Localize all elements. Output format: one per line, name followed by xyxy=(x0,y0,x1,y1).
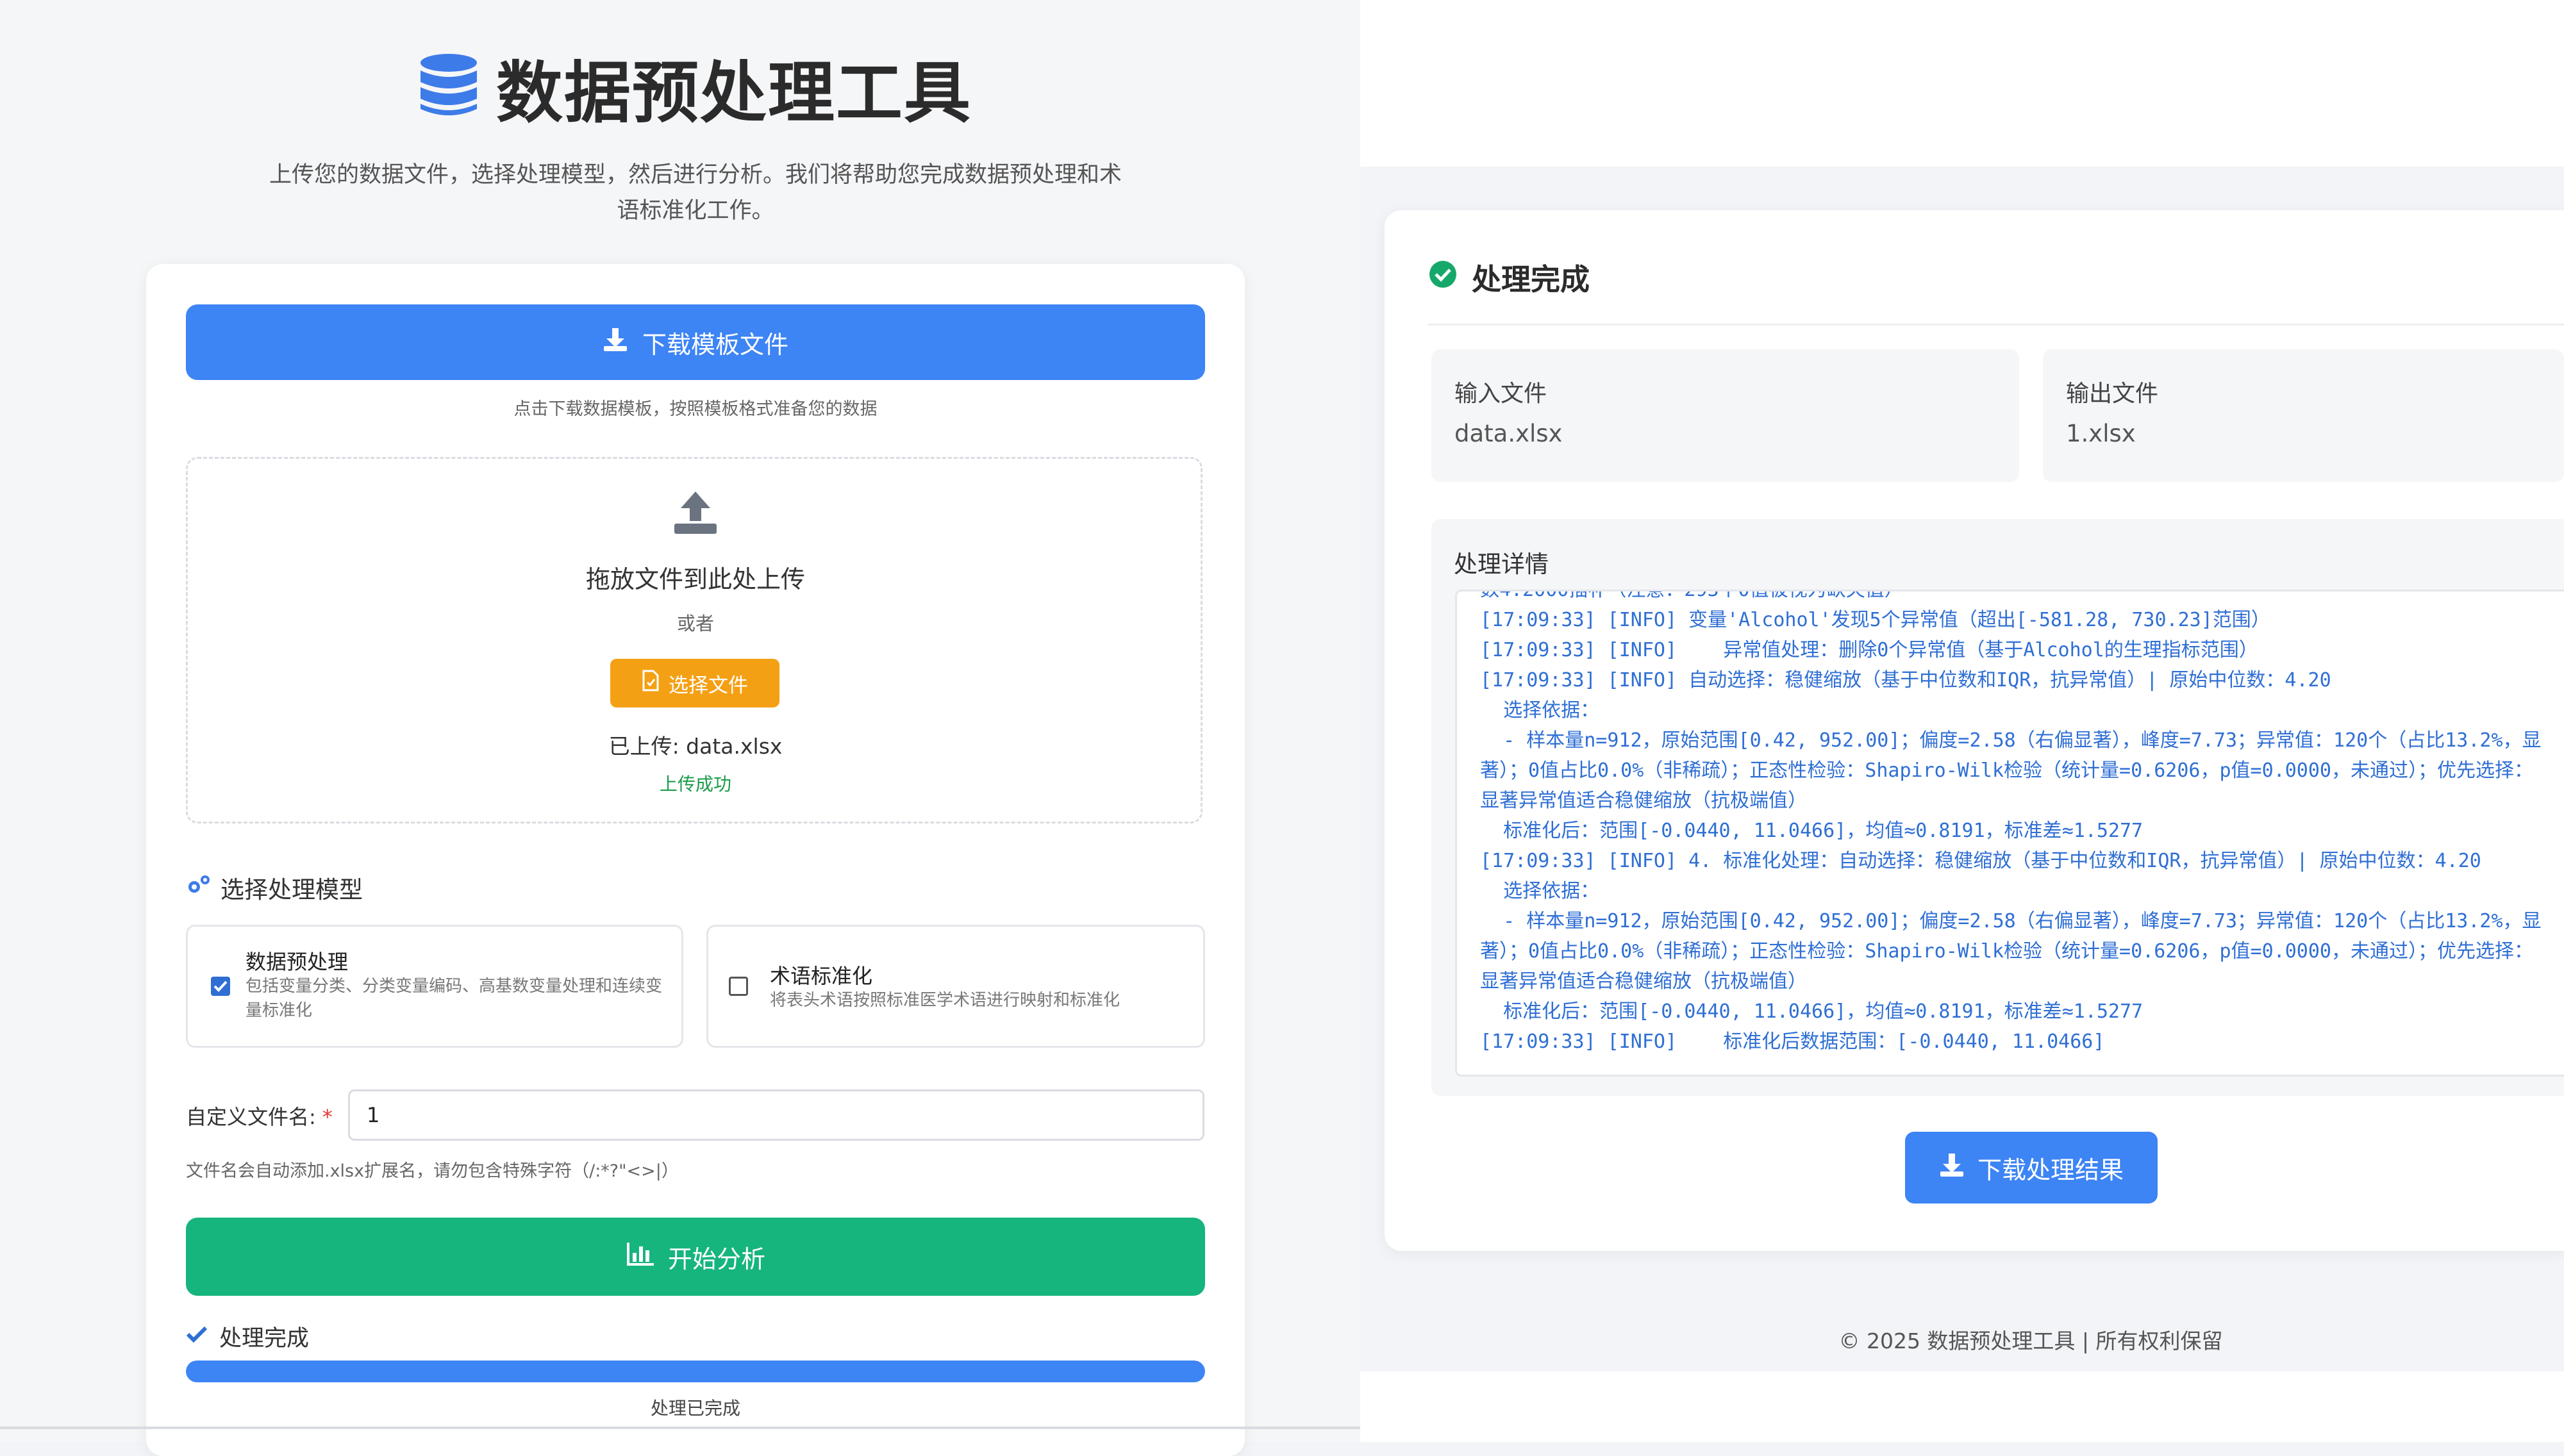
log-line: [17:09:33] [INFO] 标准化后数据范围：[-0.0440, 11.… xyxy=(1480,1030,2105,1053)
uploaded-filename: 已上传: data.xlsx xyxy=(608,734,783,759)
upload-icon xyxy=(673,490,718,538)
bar-chart-icon xyxy=(626,1241,655,1273)
progress-bar xyxy=(186,1361,1205,1382)
log-line: 选择依据： xyxy=(1480,699,1600,722)
model-section-text: 选择处理模型 xyxy=(221,876,363,904)
details-label: 处理详情 xyxy=(1454,550,1549,578)
option-desc: 包括变量分类、分类变量编码、高基数变量处理和连续变量标准化 xyxy=(246,977,663,1020)
bottom-divider xyxy=(0,1427,1360,1429)
log-line: 标准化后：范围[-0.0440, 11.0466]，均值≈0.8191，标准差≈… xyxy=(1480,820,2144,842)
log-line: [17:09:33] [INFO] 自动选择：稳健缩放（基于中位数和IQR，抗异… xyxy=(1480,669,2331,691)
download-template-label: 下载模板文件 xyxy=(642,330,788,359)
input-file-value: data.xlsx xyxy=(1454,420,1563,447)
progress-text: 处理已完成 xyxy=(650,1398,740,1419)
option-title: 术语标准化 xyxy=(770,964,873,988)
check-circle-icon xyxy=(1428,260,1458,296)
start-analysis-label: 开始分析 xyxy=(667,1245,765,1273)
input-file-box: 输入文件 data.xlsx xyxy=(1431,349,2019,482)
input-file-label: 输入文件 xyxy=(1454,381,1547,407)
log-output[interactable]: 数4.2000插补（注意：293个0值被视为缺失值） [17:09:33] [IN… xyxy=(1455,590,2564,1077)
template-hint: 点击下载数据模板，按照模板格式准备您的数据 xyxy=(513,399,878,419)
checkbox-checked[interactable] xyxy=(211,977,230,996)
log-line: [17:09:33] [INFO] 异常值处理：删除0个异常值（基于Alcoho… xyxy=(1480,639,2258,661)
file-icon xyxy=(642,670,660,697)
progress-fill xyxy=(186,1361,1205,1382)
select-file-button[interactable]: 选择文件 xyxy=(610,659,779,707)
log-line: - 样本量n=912，原始范围[0.42, 952.00]；偏度=2.58（右偏… xyxy=(1480,729,2542,812)
select-file-label: 选择文件 xyxy=(669,674,748,697)
page-title: 数据预处理工具 xyxy=(495,54,972,132)
page-subtitle: 上传您的数据文件，选择处理模型，然后进行分析。我们将帮助您完成数据预处理和术语标… xyxy=(269,162,1122,224)
dropzone-title: 拖放文件到此处上传 xyxy=(585,565,805,593)
right-top-area xyxy=(1360,0,2564,167)
upload-status: 上传成功 xyxy=(659,774,731,795)
footer-text: © 2025 数据预处理工具 | 所有权利保留 xyxy=(1838,1328,2223,1353)
download-icon xyxy=(1939,1152,1965,1184)
output-file-box: 输出文件 1.xlsx xyxy=(2043,349,2564,482)
dropzone-or: 或者 xyxy=(676,613,714,634)
download-result-button[interactable]: 下载处理结果 xyxy=(1905,1132,2158,1204)
start-analysis-button[interactable]: 开始分析 xyxy=(186,1218,1205,1296)
filename-input[interactable] xyxy=(348,1089,1204,1141)
page-header: 数据预处理工具 上传您的数据文件，选择处理模型，然后进行分析。我们将帮助您完成数… xyxy=(0,38,1391,229)
result-divider xyxy=(1428,324,2564,326)
right-bottom-area xyxy=(1360,1371,2564,1442)
download-template-button[interactable]: 下载模板文件 xyxy=(186,304,1205,380)
checkbox-unchecked[interactable] xyxy=(729,977,748,996)
download-result-label: 下载处理结果 xyxy=(1977,1155,2124,1184)
analysis-status: 处理完成 xyxy=(186,1320,309,1353)
log-line: 数4.2000插补（注意：293个0值被视为缺失值） xyxy=(1480,590,1904,601)
model-section-label: 选择处理模型 xyxy=(186,870,363,905)
filename-hint: 文件名会自动添加.xlsx扩展名，请勿包含特殊字符（/:*?"<>|） xyxy=(186,1161,679,1181)
output-file-value: 1.xlsx xyxy=(2066,420,2136,447)
log-lines: 数4.2000插补（注意：293个0值被视为缺失值） [17:09:33] [IN… xyxy=(1480,590,2544,1057)
analysis-status-text: 处理完成 xyxy=(219,1326,310,1352)
gears-icon xyxy=(186,874,212,902)
option-term-standardization[interactable]: 术语标准化 将表头术语按照标准医学术语进行映射和标准化 xyxy=(706,925,1205,1048)
log-line: - 样本量n=912，原始范围[0.42, 952.00]；偏度=2.58（右偏… xyxy=(1480,910,2542,993)
option-desc: 将表头术语按照标准医学术语进行映射和标准化 xyxy=(770,991,1120,1010)
filename-label: 自定义文件名: * xyxy=(186,1105,333,1129)
log-line: [17:09:33] [INFO] 变量'Alcohol'发现5个异常值（超出[… xyxy=(1480,609,2270,631)
download-icon xyxy=(603,327,628,358)
result-title: 处理完成 xyxy=(1472,262,1590,297)
check-icon xyxy=(186,1324,208,1350)
database-icon xyxy=(419,53,478,122)
log-line: 选择依据： xyxy=(1480,880,1600,902)
log-line: [17:09:33] [INFO] 4. 标准化处理：自动选择：稳健缩放（基于中… xyxy=(1480,850,2481,872)
option-title: 数据预处理 xyxy=(246,950,349,974)
log-line: 标准化后：范围[-0.0440, 11.0466]，均值≈0.8191，标准差≈… xyxy=(1480,1000,2144,1023)
result-header: 处理完成 xyxy=(1428,256,1590,299)
output-file-label: 输出文件 xyxy=(2066,381,2159,407)
option-data-preprocessing[interactable]: 数据预处理 包括变量分类、分类变量编码、高基数变量处理和连续变量标准化 xyxy=(186,925,683,1048)
